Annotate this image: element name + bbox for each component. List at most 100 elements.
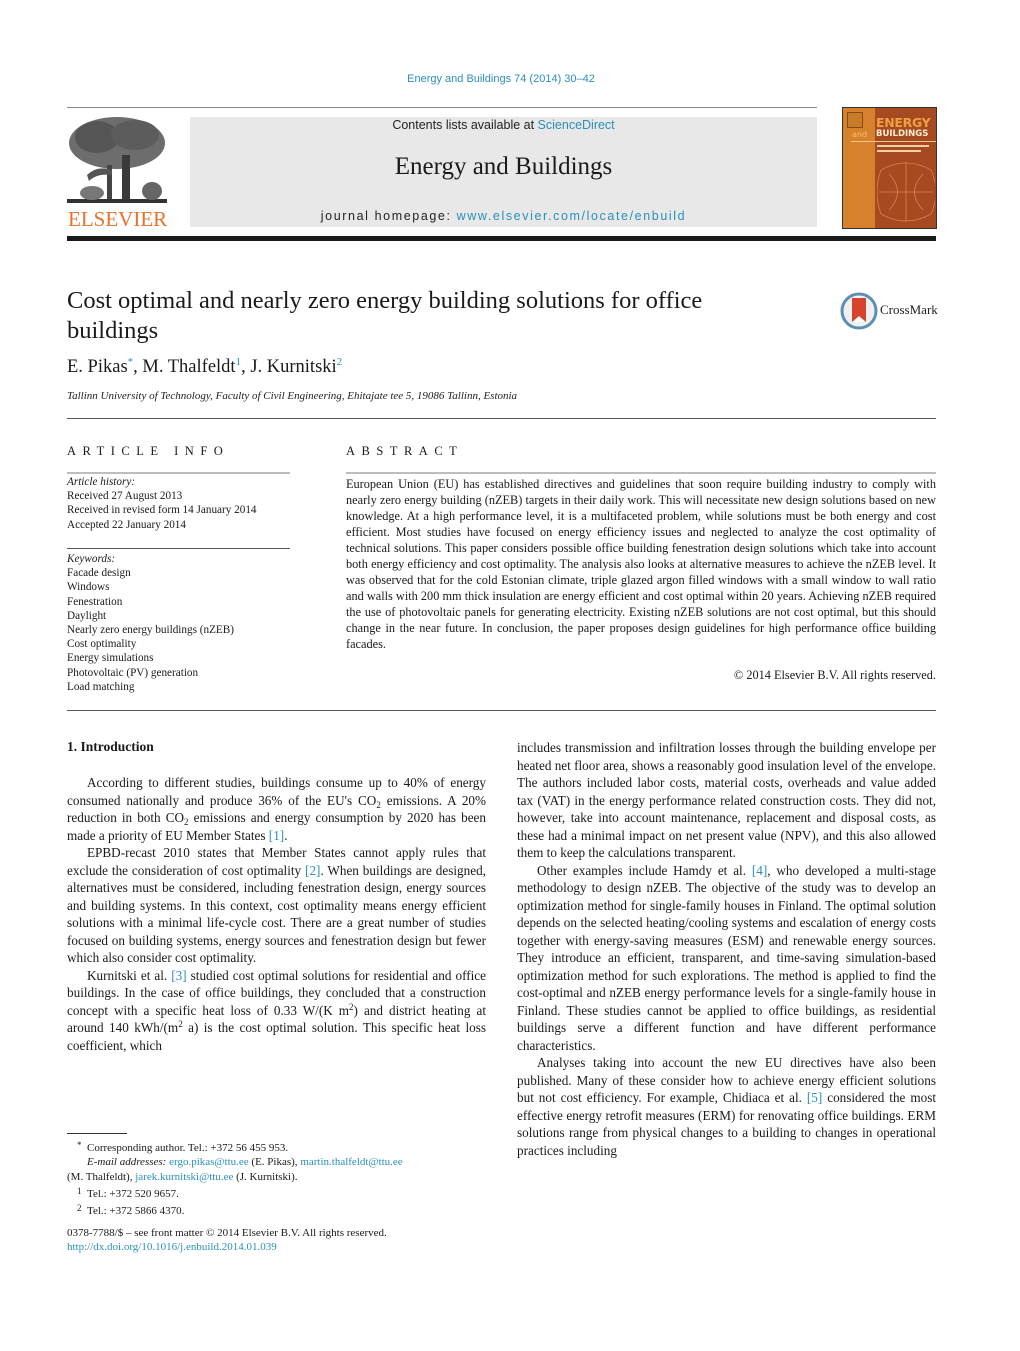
- journal-name: Energy and Buildings: [394, 153, 613, 180]
- abstract-heading: ABSTRACT: [346, 444, 464, 458]
- article-info-heading: ARTICLE INFO: [67, 444, 230, 458]
- keyword-item: Nearly zero energy buildings (nZEB): [67, 624, 234, 637]
- keyword-item: Load matching: [67, 680, 135, 693]
- footnote-1: 1 Tel.: +372 520 9657.: [67, 1184, 487, 1201]
- email-label: E-mail addresses:: [87, 1156, 167, 1169]
- citation-link[interactable]: [2]: [305, 863, 320, 878]
- cover-subtitle-line: [877, 145, 929, 147]
- history-item: Accepted 22 January 2014: [67, 518, 186, 531]
- author-footnote-mark[interactable]: *: [128, 356, 134, 368]
- abstract-text: European Union (EU) has established dire…: [346, 477, 936, 651]
- body-column-left: According to different studies, building…: [67, 774, 486, 1054]
- body-column-right: includes transmission and infiltration l…: [517, 739, 936, 1159]
- text: .: [284, 827, 288, 843]
- affiliation-divider: [67, 418, 936, 419]
- footnote-divider: [67, 1133, 127, 1134]
- author-name[interactable]: M. Thalfeldt: [142, 357, 235, 377]
- text: (J. Kurnitski).: [236, 1170, 298, 1183]
- article-info-divider: [67, 472, 290, 474]
- text: (M. Thalfeldt),: [67, 1170, 133, 1183]
- issn-block: 0378-7788/$ – see front matter © 2014 El…: [67, 1226, 387, 1255]
- paragraph: EPBD-recast 2010 states that Member Stat…: [67, 844, 486, 967]
- footnote-corresponding: * Corresponding author. Tel.: +372 56 455…: [67, 1138, 487, 1155]
- footnote-2: 2 Tel.: +372 5866 4370.: [67, 1201, 487, 1218]
- citation-link[interactable]: [4]: [752, 863, 767, 878]
- crossmark-icon: [840, 292, 878, 330]
- cover-subtitle-line: [877, 150, 921, 152]
- cover-divider: [851, 141, 936, 142]
- paragraph: Other examples include Hamdy et al. [4],…: [517, 862, 936, 1055]
- journal-cover-image[interactable]: ENERGY and BUILDINGS: [842, 107, 937, 229]
- text: , who developed a multi-stage methodolog…: [517, 862, 937, 1053]
- keywords-divider: [67, 548, 290, 549]
- cover-title-buildings: BUILDINGS: [876, 129, 929, 139]
- author-name[interactable]: J. Kurnitski: [250, 357, 336, 377]
- footnote-emails-cont: (M. Thalfeldt), jarek.kurnitski@ttu.ee (…: [67, 1170, 487, 1184]
- elsevier-logo[interactable]: ELSEVIER: [67, 115, 179, 231]
- doi-link[interactable]: http://dx.doi.org/10.1016/j.enbuild.2014…: [67, 1240, 387, 1254]
- homepage-prefix: journal homepage:: [320, 209, 457, 223]
- text: Kurnitski et al.: [87, 967, 172, 983]
- crossmark-button[interactable]: CrossMark: [840, 292, 940, 330]
- email-link[interactable]: martin.thalfeldt@ttu.ee: [300, 1156, 402, 1168]
- author-affiliation: Tallinn University of Technology, Facult…: [67, 390, 518, 402]
- article-history-label: Article history:: [67, 476, 136, 488]
- footnote-mark: *: [77, 1140, 82, 1150]
- abstract-bottom-divider: [67, 710, 936, 711]
- keywords-list: Keywords: Facade design Windows Fenestra…: [67, 552, 234, 694]
- journal-masthead: Contents lists available at ScienceDirec…: [190, 117, 817, 227]
- sciencedirect-link[interactable]: ScienceDirect: [538, 118, 615, 132]
- text: Other examples include Hamdy et al.: [537, 862, 752, 878]
- citation-link[interactable]: [1]: [269, 828, 284, 843]
- keyword-item: Daylight: [67, 609, 107, 622]
- paragraph: includes transmission and infiltration l…: [517, 740, 936, 860]
- author-list: E. Pikas*, M. Thalfeldt1, J. Kurnitski2: [67, 356, 343, 378]
- email-link[interactable]: jarek.kurnitski@ttu.ee: [135, 1171, 233, 1183]
- text: Corresponding author. Tel.: +372 56 455 …: [87, 1142, 289, 1154]
- email-link[interactable]: ergo.pikas@ttu.ee: [169, 1156, 249, 1168]
- keyword-item: Photovoltaic (PV) generation: [67, 666, 199, 679]
- cover-graphic-icon: [877, 162, 935, 222]
- contents-line: Contents lists available at ScienceDirec…: [190, 118, 817, 132]
- text: (E. Pikas),: [251, 1156, 298, 1169]
- keyword-item: Fenestration: [67, 595, 123, 608]
- history-item: Received 27 August 2013: [67, 490, 183, 503]
- contents-prefix: Contents lists available at: [392, 118, 538, 132]
- text: Tel.: +372 520 9657.: [87, 1187, 179, 1200]
- abstract-divider: [346, 472, 936, 474]
- author-name[interactable]: E. Pikas: [67, 357, 128, 377]
- cover-title-energy: ENERGY: [876, 115, 931, 130]
- cover-badge-icon: [847, 112, 863, 128]
- keyword-item: Energy simulations: [67, 652, 154, 665]
- abstract-copyright: © 2014 Elsevier B.V. All rights reserved…: [733, 668, 936, 682]
- homepage-line: journal homepage: www.elsevier.com/locat…: [190, 209, 817, 223]
- footnotes: * Corresponding author. Tel.: +372 56 455…: [67, 1138, 487, 1218]
- article-history: Article history: Received 27 August 2013…: [67, 475, 257, 532]
- header-divider: [67, 107, 817, 108]
- history-item: Received in revised form 14 January 2014: [67, 504, 257, 517]
- paragraph: Analyses taking into account the new EU …: [517, 1054, 936, 1159]
- journal-homepage-link[interactable]: www.elsevier.com/locate/enbuild: [457, 209, 687, 223]
- footnote-mark: 2: [77, 1203, 82, 1214]
- paragraph: Kurnitski et al. [3] studied cost optima…: [67, 967, 486, 1055]
- keyword-item: Facade design: [67, 567, 131, 580]
- author-footnote-mark[interactable]: 1: [236, 356, 242, 368]
- citation-link[interactable]: [5]: [807, 1090, 822, 1105]
- elsevier-tree-icon: [67, 115, 167, 207]
- author-footnote-mark[interactable]: 2: [337, 356, 343, 368]
- keywords-label: Keywords:: [67, 553, 116, 565]
- section-heading-introduction: 1. Introduction: [67, 739, 154, 754]
- article-title: Cost optimal and nearly zero energy buil…: [67, 287, 703, 344]
- footnote-mark: 1: [77, 1185, 82, 1196]
- crossmark-label: CrossMark: [880, 302, 938, 317]
- journal-reference-link[interactable]: Energy and Buildings 74 (2014) 30–42: [0, 73, 1002, 85]
- issn-line: 0378-7788/$ – see front matter © 2014 El…: [67, 1227, 387, 1239]
- footnote-emails: E-mail addresses: ergo.pikas@ttu.ee (E. …: [67, 1155, 487, 1169]
- elsevier-wordmark: ELSEVIER: [68, 207, 168, 231]
- keyword-item: Windows: [67, 581, 110, 594]
- keyword-item: Cost optimality: [67, 638, 137, 651]
- header-thick-divider: [67, 236, 936, 241]
- citation-link[interactable]: [3]: [171, 968, 186, 983]
- cover-title-and: and: [852, 130, 868, 139]
- text: Tel.: +372 5866 4370.: [87, 1205, 185, 1218]
